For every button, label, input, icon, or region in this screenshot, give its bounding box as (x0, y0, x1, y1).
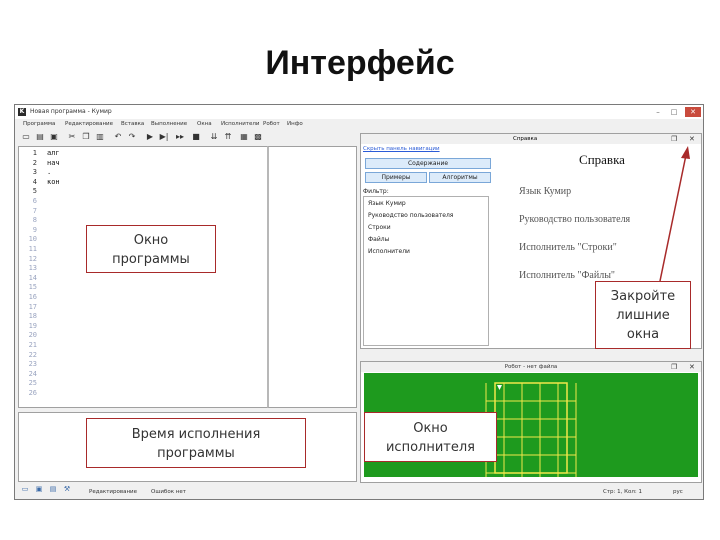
callout-program-window: Окно программы (86, 225, 216, 273)
callout-executor-window: Окно исполнителя (364, 412, 497, 462)
callout-run-time: Время исполнения программы (86, 418, 306, 468)
callout-close-extra: Закройте лишние окна (595, 281, 691, 349)
